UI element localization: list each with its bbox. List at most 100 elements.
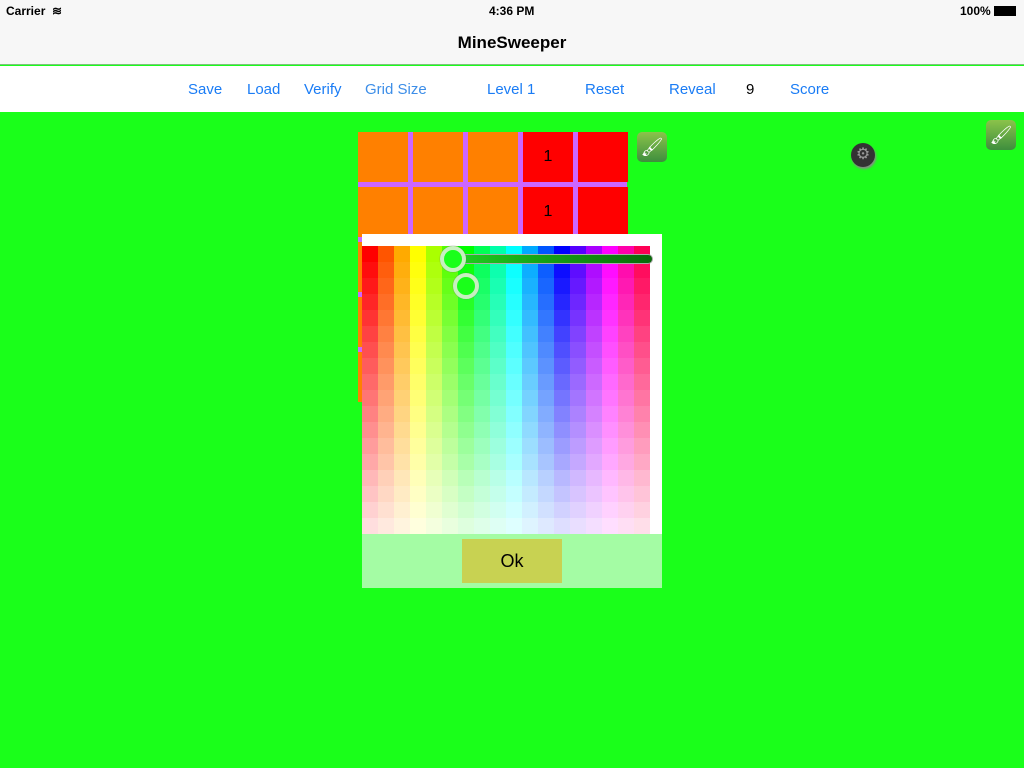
palette-swatch[interactable]	[410, 310, 426, 326]
palette-swatch[interactable]	[458, 406, 474, 422]
palette-swatch[interactable]	[618, 438, 634, 454]
palette-swatch[interactable]	[522, 518, 538, 534]
palette-swatch[interactable]	[554, 406, 570, 422]
palette-swatch[interactable]	[618, 374, 634, 390]
palette-swatch[interactable]	[378, 390, 394, 406]
palette-swatch[interactable]	[586, 502, 602, 518]
palette-swatch[interactable]	[378, 438, 394, 454]
palette-swatch[interactable]	[618, 278, 634, 294]
palette-swatch[interactable]	[426, 342, 442, 358]
palette-swatch[interactable]	[634, 390, 650, 406]
palette-swatch[interactable]	[378, 358, 394, 374]
palette-swatch[interactable]	[458, 502, 474, 518]
palette-swatch[interactable]	[618, 294, 634, 310]
palette-swatch[interactable]	[394, 470, 410, 486]
palette-swatch[interactable]	[586, 342, 602, 358]
board-cell[interactable]: 1	[523, 187, 573, 237]
palette-swatch[interactable]	[570, 454, 586, 470]
palette-swatch[interactable]	[602, 422, 618, 438]
palette-swatch[interactable]	[602, 294, 618, 310]
palette-swatch[interactable]	[586, 406, 602, 422]
palette-swatch[interactable]	[362, 454, 378, 470]
palette-swatch[interactable]	[362, 246, 378, 262]
palette-swatch[interactable]	[394, 422, 410, 438]
palette-swatch[interactable]	[618, 502, 634, 518]
palette-swatch[interactable]	[474, 470, 490, 486]
board-cell[interactable]	[468, 187, 518, 237]
palette-swatch[interactable]	[618, 518, 634, 534]
palette-swatch[interactable]	[570, 342, 586, 358]
palette-swatch[interactable]	[522, 294, 538, 310]
palette-swatch[interactable]	[490, 406, 506, 422]
palette-swatch[interactable]	[618, 470, 634, 486]
palette-swatch[interactable]	[538, 294, 554, 310]
palette-swatch[interactable]	[506, 406, 522, 422]
palette-swatch[interactable]	[522, 374, 538, 390]
palette-swatch[interactable]	[506, 390, 522, 406]
palette-swatch[interactable]	[490, 278, 506, 294]
palette-swatch[interactable]	[506, 422, 522, 438]
palette-swatch[interactable]	[458, 326, 474, 342]
palette-swatch[interactable]	[586, 390, 602, 406]
palette-swatch[interactable]	[570, 518, 586, 534]
palette-swatch[interactable]	[474, 326, 490, 342]
palette-swatch[interactable]	[618, 310, 634, 326]
palette-swatch[interactable]	[410, 342, 426, 358]
background-paintbrush-icon[interactable]: 🖌	[986, 120, 1016, 150]
palette-swatch[interactable]	[554, 278, 570, 294]
palette-swatch[interactable]	[634, 262, 650, 278]
palette-swatch[interactable]	[394, 406, 410, 422]
palette-swatch[interactable]	[586, 374, 602, 390]
palette-swatch[interactable]	[634, 326, 650, 342]
palette-swatch[interactable]	[602, 470, 618, 486]
palette-swatch[interactable]	[586, 262, 602, 278]
palette-swatch[interactable]	[490, 358, 506, 374]
palette-swatch[interactable]	[458, 374, 474, 390]
palette-swatch[interactable]	[570, 358, 586, 374]
palette-swatch[interactable]	[442, 470, 458, 486]
palette-swatch[interactable]	[554, 486, 570, 502]
board-cell[interactable]	[358, 187, 408, 237]
palette-swatch[interactable]	[522, 326, 538, 342]
palette-swatch[interactable]	[490, 454, 506, 470]
palette-swatch[interactable]	[458, 470, 474, 486]
palette-swatch[interactable]	[554, 470, 570, 486]
palette-swatch[interactable]	[474, 454, 490, 470]
palette-swatch[interactable]	[538, 454, 554, 470]
palette-swatch[interactable]	[410, 262, 426, 278]
palette-swatch[interactable]	[410, 486, 426, 502]
palette-swatch[interactable]	[394, 486, 410, 502]
palette-swatch[interactable]	[426, 406, 442, 422]
palette-swatch[interactable]	[522, 310, 538, 326]
palette-swatch[interactable]	[538, 518, 554, 534]
board-cell[interactable]	[413, 187, 463, 237]
palette-swatch[interactable]	[490, 294, 506, 310]
palette-swatch[interactable]	[362, 390, 378, 406]
color-palette[interactable]	[362, 246, 650, 534]
palette-swatch[interactable]	[426, 374, 442, 390]
palette-swatch[interactable]	[426, 390, 442, 406]
palette-swatch[interactable]	[490, 342, 506, 358]
palette-swatch[interactable]	[474, 262, 490, 278]
palette-swatch[interactable]	[394, 390, 410, 406]
palette-swatch[interactable]	[570, 422, 586, 438]
palette-swatch[interactable]	[362, 326, 378, 342]
brightness-slider[interactable]	[454, 254, 653, 264]
palette-swatch[interactable]	[426, 310, 442, 326]
palette-swatch[interactable]	[554, 438, 570, 454]
verify-button[interactable]: Verify	[304, 81, 342, 98]
palette-swatch[interactable]	[442, 310, 458, 326]
palette-swatch[interactable]	[426, 262, 442, 278]
palette-swatch[interactable]	[474, 518, 490, 534]
palette-swatch[interactable]	[362, 406, 378, 422]
palette-swatch[interactable]	[570, 406, 586, 422]
palette-swatch[interactable]	[538, 502, 554, 518]
palette-swatch[interactable]	[538, 310, 554, 326]
palette-swatch[interactable]	[490, 422, 506, 438]
palette-swatch[interactable]	[474, 374, 490, 390]
palette-swatch[interactable]	[362, 486, 378, 502]
palette-swatch[interactable]	[602, 326, 618, 342]
palette-swatch[interactable]	[394, 374, 410, 390]
palette-swatch[interactable]	[458, 518, 474, 534]
palette-swatch[interactable]	[410, 406, 426, 422]
